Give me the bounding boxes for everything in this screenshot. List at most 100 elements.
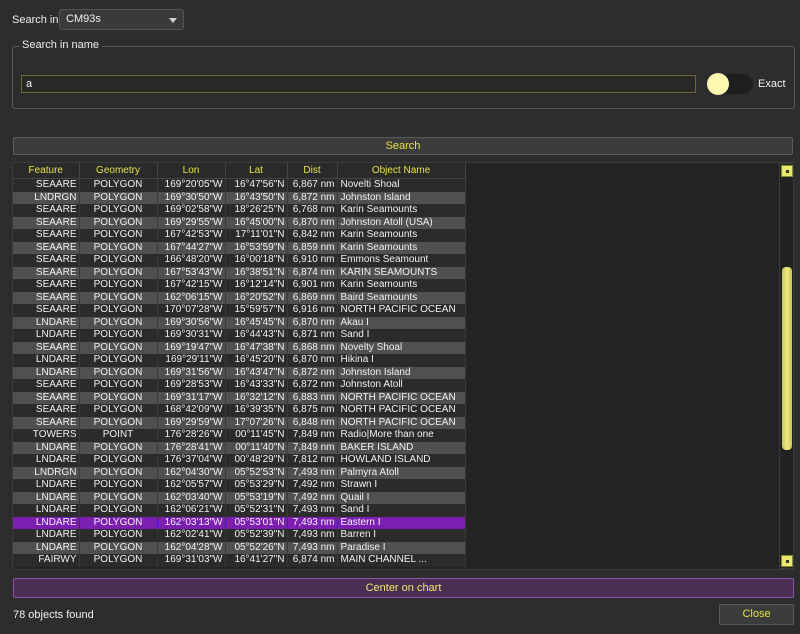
table-cell-lon: 166°48'20"W — [157, 254, 226, 267]
name-search-input[interactable] — [21, 75, 696, 93]
table-row[interactable]: SEAARE POLYGON 167°42'53"W 17°11'01"N 6,842 … — [13, 229, 466, 242]
table-cell-feature: SEAARE — [13, 266, 80, 279]
scroll-up-icon — [786, 170, 789, 173]
table-cell-lat: 16°32'12"N — [225, 391, 288, 404]
table-cell-dist: 6,875 nm — [287, 404, 338, 417]
table-cell-lon: 169°31'17"W — [157, 391, 226, 404]
table-row[interactable]: SEAARE POLYGON 169°28'53"W 16°43'33"N 6,872 … — [13, 379, 466, 392]
table-row[interactable]: SEAARE POLYGON 168°42'09"W 16°39'35"N 6,875 … — [13, 404, 466, 417]
table-cell-geometry: POLYGON — [79, 479, 158, 492]
column-header-dist[interactable]: Dist — [287, 163, 338, 179]
scroll-handle[interactable] — [782, 267, 792, 450]
table-cell-feature: LNDARE — [13, 479, 80, 492]
table-row[interactable]: SEAARE POLYGON 166°48'20"W 16°00'18"N 6,910 … — [13, 254, 466, 267]
table-cell-dist: 7,493 nm — [287, 541, 338, 554]
table-header: Feature Geometry Lon Lat Dist Object Nam… — [13, 163, 466, 179]
table-cell-lat: 00°11'45"N — [225, 429, 288, 442]
table-row[interactable]: LNDARE POLYGON 176°37'04"W 00°48'29"N 7,812 … — [13, 454, 466, 467]
table-cell-geometry: POLYGON — [79, 454, 158, 467]
vertical-scrollbar[interactable] — [779, 163, 794, 569]
table-row[interactable]: SEAARE POLYGON 167°42'15"W 16°12'14"N 6,901 … — [13, 279, 466, 292]
table-cell-geometry: POLYGON — [79, 279, 158, 292]
table-row[interactable]: LNDARE POLYGON 162°04'28"W 05°52'26"N 7,493 … — [13, 541, 466, 554]
table-row[interactable]: SEAARE POLYGON 167°53'43"W 16°38'51"N 6,874 … — [13, 266, 466, 279]
table-cell-geometry: POLYGON — [79, 516, 158, 529]
scroll-down-icon — [786, 560, 789, 563]
table-cell-lon: 169°29'59"W — [157, 416, 226, 429]
table-cell-object-name: NORTH PACIFIC OCEAN — [337, 391, 466, 404]
column-header-lat[interactable]: Lat — [225, 163, 288, 179]
table-row[interactable]: LNDARE POLYGON 162°03'40"W 05°53'19"N 7,492 … — [13, 491, 466, 504]
table-row[interactable]: LNDARE POLYGON 176°28'41"W 00°11'40"N 7,849 … — [13, 441, 466, 454]
table-row[interactable]: SEAARE POLYGON 169°19'47"W 16°47'38"N 6,868 … — [13, 341, 466, 354]
table-cell-lat: 05°53'29"N — [225, 479, 288, 492]
table-cell-lat: 16°45'00"N — [225, 216, 288, 229]
table-cell-object-name: BAKER ISLAND — [337, 441, 466, 454]
results-table[interactable]: Feature Geometry Lon Lat Dist Object Nam… — [12, 162, 794, 570]
table-row[interactable]: SEAARE POLYGON 169°29'59"W 17°07'26"N 6,848 … — [13, 416, 466, 429]
column-header-object-name[interactable]: Object Name — [337, 163, 466, 179]
table-cell-object-name: Novelty Shoal — [337, 341, 466, 354]
table-row[interactable]: LNDARE POLYGON 162°05'57"W 05°53'29"N 7,492 … — [13, 479, 466, 492]
table-row[interactable]: LNDRGN POLYGON 162°04'30"W 05°52'53"N 7,493 … — [13, 466, 466, 479]
table-row[interactable]: SEAARE POLYGON 169°02'58"W 18°26'25"N 6,768 … — [13, 204, 466, 217]
table-cell-object-name: Karin Seamounts — [337, 241, 466, 254]
table-cell-object-name: Strawn I — [337, 479, 466, 492]
table-cell-feature: SEAARE — [13, 404, 80, 417]
search-button[interactable]: Search — [13, 137, 793, 155]
search-in-dropdown[interactable]: CM93s — [59, 9, 184, 30]
toggle-knob — [707, 73, 729, 95]
table-row[interactable]: LNDARE POLYGON 169°29'11"W 16°45'20"N 6,870 … — [13, 354, 466, 367]
table-cell-lat: 16°44'43"N — [225, 329, 288, 342]
table-cell-dist: 6,901 nm — [287, 279, 338, 292]
table-row[interactable]: SEAARE POLYGON 162°06'15"W 16°20'52"N 6,869 … — [13, 291, 466, 304]
table-row[interactable]: TOWERS POINT 176°28'26"W 00°11'45"N 7,849 nm… — [13, 429, 466, 442]
table-cell-geometry: POLYGON — [79, 304, 158, 317]
table-row[interactable]: SEAARE POLYGON 167°44'27"W 16°53'59"N 6,859 … — [13, 241, 466, 254]
scroll-up-button[interactable] — [781, 165, 793, 177]
table-row[interactable]: SEAARE POLYGON 169°31'17"W 16°32'12"N 6,883 … — [13, 391, 466, 404]
table-row[interactable]: SEAARE POLYGON 169°20'05"W 16°47'56"N 6,867 … — [13, 178, 466, 192]
table-row[interactable]: LNDARE POLYGON 169°30'56"W 16°45'45"N 6,870 … — [13, 316, 466, 329]
table-cell-geometry: POLYGON — [79, 191, 158, 204]
table-cell-lat: 16°43'47"N — [225, 366, 288, 379]
column-header-feature[interactable]: Feature — [13, 163, 80, 179]
table-cell-dist: 6,848 nm — [287, 416, 338, 429]
table-cell-lon: 169°28'53"W — [157, 379, 226, 392]
table-cell-dist: 7,812 nm — [287, 454, 338, 467]
table-cell-object-name: Eastern I — [337, 516, 466, 529]
table-row[interactable]: SEAARE POLYGON 169°29'55"W 16°45'00"N 6,870 … — [13, 216, 466, 229]
table-cell-lon: 162°03'40"W — [157, 491, 226, 504]
table-cell-object-name: Akau I — [337, 316, 466, 329]
table-cell-feature: FAIRWY — [13, 554, 80, 567]
table-cell-object-name: NORTH PACIFIC OCEAN — [337, 416, 466, 429]
table-cell-lon: 167°53'43"W — [157, 266, 226, 279]
column-header-lon[interactable]: Lon — [157, 163, 226, 179]
scroll-down-button[interactable] — [781, 555, 793, 567]
table-cell-lat: 16°12'14"N — [225, 279, 288, 292]
table-cell-geometry: POLYGON — [79, 241, 158, 254]
table-row[interactable]: LNDARE POLYGON 162°06'21"W 05°52'31"N 7,493 … — [13, 504, 466, 517]
table-cell-lat: 16°53'59"N — [225, 241, 288, 254]
table-row[interactable]: SEAARE POLYGON 170°07'28"W 15°59'57"N 6,916 … — [13, 304, 466, 317]
table-cell-dist: 6,870 nm — [287, 316, 338, 329]
table-cell-feature: SEAARE — [13, 216, 80, 229]
table-cell-lon: 169°29'11"W — [157, 354, 226, 367]
close-button[interactable]: Close — [719, 604, 794, 625]
table-cell-feature: LNDARE — [13, 541, 80, 554]
exact-toggle[interactable] — [707, 73, 753, 95]
table-cell-dist: 6,883 nm — [287, 391, 338, 404]
center-on-chart-button[interactable]: Center on chart — [13, 578, 794, 598]
table-row[interactable]: LNDARE POLYGON 169°30'31"W 16°44'43"N 6,871 … — [13, 329, 466, 342]
search-in-label: Search in — [12, 14, 59, 26]
table-row[interactable]: LNDRGN POLYGON 169°30'50"W 16°43'50"N 6,872 … — [13, 191, 466, 204]
table-row[interactable]: LNDARE POLYGON 169°31'56"W 16°43'47"N 6,872 … — [13, 366, 466, 379]
column-header-geometry[interactable]: Geometry — [79, 163, 158, 179]
table-cell-lon: 162°03'13"W — [157, 516, 226, 529]
table-row-selected[interactable]: LNDARE POLYGON 162°03'13"W 05°53'01"N 7,493 … — [13, 516, 466, 529]
table-cell-geometry: POLYGON — [79, 178, 158, 192]
table-row[interactable]: LNDARE POLYGON 162°02'41"W 05°52'39"N 7,493 … — [13, 529, 466, 542]
table-cell-object-name: Novelti Shoal — [337, 178, 466, 192]
table-row[interactable]: FAIRWY POLYGON 169°31'03"W 16°41'27"N 6,874 … — [13, 554, 466, 567]
table-cell-dist: 6,859 nm — [287, 241, 338, 254]
